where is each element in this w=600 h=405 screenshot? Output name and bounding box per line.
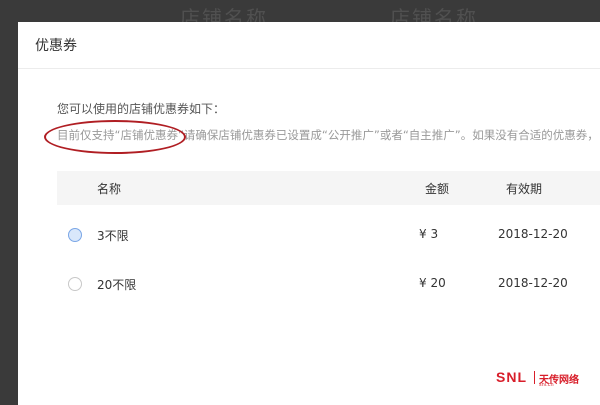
coupon-radio-selected[interactable] <box>68 228 82 242</box>
coupon-amount: ¥ 3 <box>419 227 439 241</box>
header-amount: 金额 <box>425 182 450 196</box>
table-header: 名称 金额 有效期 <box>57 171 600 205</box>
table-row[interactable]: 3不限 ¥ 3 2018-12-20 <box>57 216 600 256</box>
coupon-name: 20不限 <box>97 278 137 292</box>
coupon-radio[interactable] <box>68 277 82 291</box>
table-row[interactable]: 20不限 ¥ 20 2018-12-20 <box>57 265 600 305</box>
watermark-mark: SNL <box>496 369 527 385</box>
watermark-divider <box>534 371 535 384</box>
header-name: 名称 <box>97 182 122 196</box>
backdrop: 店铺名称 店铺名称 <box>0 0 600 30</box>
header-divider <box>18 68 600 69</box>
header-validity: 有效期 <box>506 182 543 196</box>
coupon-dialog: 优惠券 您可以使用的店铺优惠券如下： 目前仅支持“店铺优惠券”请确保店铺优惠券已… <box>18 22 600 405</box>
intro-text: 您可以使用的店铺优惠券如下： <box>57 102 226 116</box>
coupon-name: 3不限 <box>97 229 129 243</box>
dialog-title: 优惠券 <box>35 38 77 54</box>
coupon-amount: ¥ 20 <box>419 276 446 290</box>
watermark-sub: snl.cn <box>539 382 554 388</box>
coupon-validity: 2018-12-20 <box>498 276 568 290</box>
annotation-ellipse <box>44 120 186 154</box>
coupon-validity: 2018-12-20 <box>498 227 568 241</box>
